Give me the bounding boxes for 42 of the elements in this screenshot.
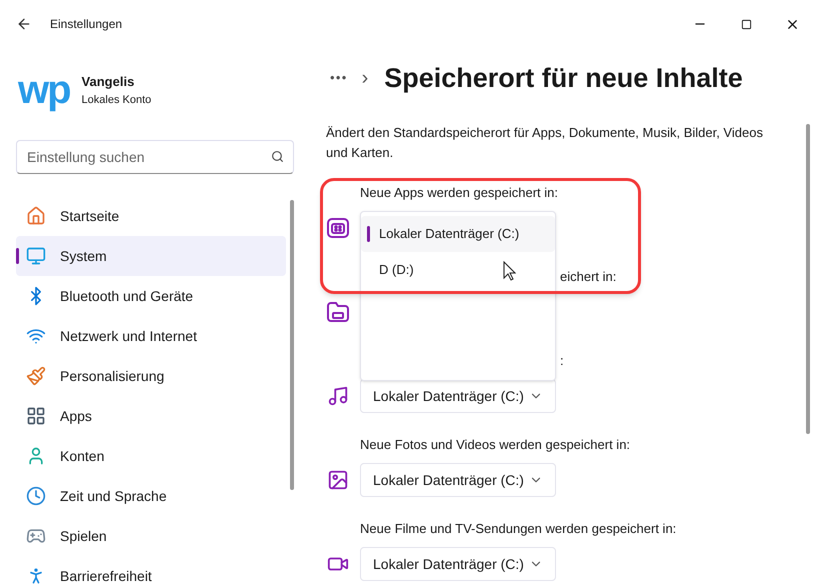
- setting-label: Neue Apps werden gespeichert in:: [360, 184, 558, 202]
- breadcrumb-overflow[interactable]: •••: [330, 68, 348, 88]
- nav-item[interactable]: Bluetooth und Geräte: [16, 276, 286, 316]
- setting-label: Neue Fotos und Videos werden gespeichert in:: [360, 436, 630, 454]
- paintbrush-icon: [26, 366, 46, 386]
- picture-icon: [327, 469, 349, 491]
- nav-item[interactable]: Barrierefreiheit: [16, 556, 286, 584]
- account-type: Lokales Konto: [82, 92, 152, 108]
- search-field[interactable]: Einstellung suchen: [16, 140, 294, 174]
- drive-dropdown[interactable]: Lokaler Datenträger (C:): [360, 547, 556, 581]
- mouse-cursor-icon: [503, 261, 516, 281]
- description: Ändert den Standardspeicherort für Apps, Dokumente, Musik, Bilder, Videos und Karten.: [326, 124, 764, 162]
- setting-label: :: [560, 352, 564, 370]
- dropdown-option[interactable]: D (D:): [361, 252, 555, 288]
- apps-window-icon: [327, 218, 349, 238]
- window-title: Einstellungen: [50, 16, 122, 33]
- selection-indicator: [16, 248, 19, 264]
- nav-item[interactable]: Startseite: [16, 196, 286, 236]
- monitor-icon: [26, 246, 46, 266]
- nav-item[interactable]: Spielen: [16, 516, 286, 556]
- folder-icon: [327, 302, 349, 322]
- avatar-logo: wp: [18, 70, 70, 110]
- search-icon: [271, 150, 284, 163]
- nav-item[interactable]: Netzwerk und Internet: [16, 316, 286, 356]
- dropdown-option[interactable]: Lokaler Datenträger (C:): [361, 216, 555, 252]
- page-title: Speicherort für neue Inhalte: [384, 62, 743, 95]
- nav-item[interactable]: Zeit und Sprache: [16, 476, 286, 516]
- music-note-icon: [327, 385, 349, 407]
- nav-item[interactable]: Apps: [16, 396, 286, 436]
- house-icon: [26, 206, 46, 226]
- setting-label: Neue Filme und TV-Sendungen werden gespeichert in:: [360, 520, 676, 538]
- user-name: Vangelis: [82, 73, 136, 91]
- selection-indicator: [367, 226, 370, 242]
- breadcrumb-separator: ›: [362, 66, 368, 91]
- nav-item[interactable]: Personalisierung: [16, 356, 286, 396]
- nav-item[interactable]: Konten: [16, 436, 286, 476]
- apps-grid-icon: [26, 406, 46, 426]
- setting-label: eichert in:: [560, 268, 616, 286]
- nav-item[interactable]: System: [16, 236, 286, 276]
- drive-dropdown[interactable]: Lokaler Datenträger (C:): [360, 463, 556, 497]
- drive-dropdown[interactable]: Lokaler Datenträger (C:): [360, 379, 556, 413]
- maximize-icon: [740, 18, 752, 30]
